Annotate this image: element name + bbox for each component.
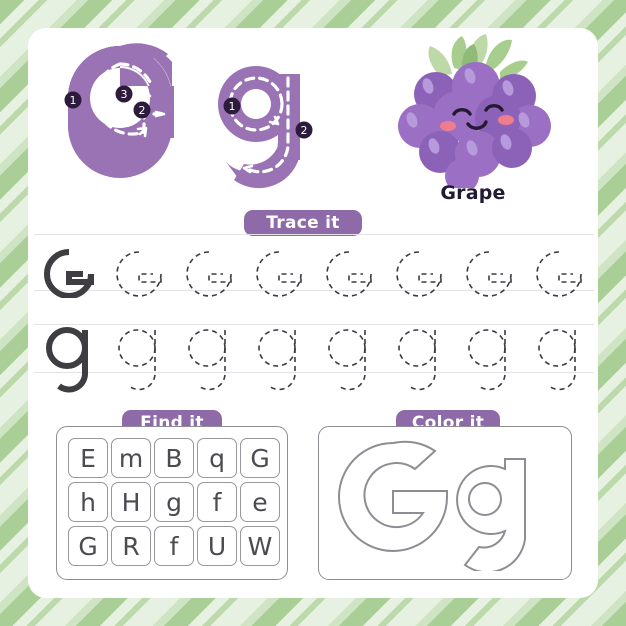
grid-cell[interactable]: g: [154, 482, 194, 522]
svg-text:2: 2: [139, 104, 146, 117]
trace-dashed-lowercase[interactable]: [384, 316, 454, 400]
trace-row-lowercase[interactable]: [34, 316, 594, 400]
trace-dashed-lowercase[interactable]: [174, 316, 244, 400]
step-badge-1-lower: 1: [223, 97, 241, 115]
grid-cell[interactable]: G: [68, 526, 108, 566]
trace-dashed-uppercase[interactable]: [174, 228, 244, 298]
trace-dashed-uppercase[interactable]: [454, 228, 524, 298]
trace-dashed-uppercase[interactable]: [384, 228, 454, 298]
grid-cell[interactable]: e: [240, 482, 280, 522]
grid-cell[interactable]: R: [111, 526, 151, 566]
grid-cell[interactable]: f: [197, 482, 237, 522]
svg-text:3: 3: [121, 88, 128, 101]
grid-cell[interactable]: B: [154, 438, 194, 478]
trace-model-lowercase: [34, 316, 104, 400]
grid-cell[interactable]: E: [68, 438, 108, 478]
trace-dashed-lowercase[interactable]: [244, 316, 314, 400]
trace-dashed-lowercase[interactable]: [524, 316, 594, 400]
worksheet-card: 1 2 3 1 2 Grape Trace it Find it E m B q…: [28, 28, 598, 598]
svg-text:1: 1: [70, 94, 77, 107]
trace-dashed-uppercase[interactable]: [314, 228, 384, 298]
trace-dashed-uppercase[interactable]: [244, 228, 314, 298]
letter-trace-guide-illustration: 1 2 3 1 2: [64, 43, 313, 189]
svg-text:2: 2: [301, 124, 308, 137]
letter-intro-section: 1 2 3 1 2 Grape: [28, 28, 598, 218]
fruit-illustration-block: Grape: [358, 28, 588, 218]
trace-dashed-uppercase[interactable]: [524, 228, 594, 298]
trace-dashed-lowercase[interactable]: [104, 316, 174, 400]
grid-cell[interactable]: h: [68, 482, 108, 522]
grid-cell[interactable]: q: [197, 438, 237, 478]
letter-search-grid: E m B q G h H g f e G R f U W: [68, 438, 281, 568]
outline-letters-Gg[interactable]: [331, 435, 559, 571]
fruit-name-label: Grape: [440, 182, 506, 204]
step-badge-2-lower: 2: [295, 121, 313, 139]
worksheet-page: 1 2 3 1 2 Grape Trace it Find it E m B q…: [0, 0, 626, 626]
grid-cell[interactable]: f: [154, 526, 194, 566]
find-it-panel: E m B q G h H g f e G R f U W: [56, 426, 288, 580]
svg-text:1: 1: [229, 100, 236, 113]
step-badge-1-upper: 1: [64, 91, 82, 109]
trace-dashed-lowercase[interactable]: [314, 316, 384, 400]
trace-dashed-uppercase[interactable]: [104, 228, 174, 298]
trace-row-uppercase[interactable]: [34, 228, 594, 298]
grid-cell[interactable]: G: [240, 438, 280, 478]
step-badge-2-upper: 2: [133, 101, 151, 119]
trace-dashed-lowercase[interactable]: [454, 316, 524, 400]
trace-model-uppercase: [34, 228, 104, 298]
grid-cell[interactable]: W: [240, 526, 280, 566]
color-it-panel[interactable]: [318, 426, 572, 580]
grid-cell[interactable]: H: [111, 482, 151, 522]
grid-cell[interactable]: m: [111, 438, 151, 478]
grid-cell[interactable]: U: [197, 526, 237, 566]
step-badge-3-upper: 3: [115, 85, 133, 103]
grape-berries-icon: [398, 62, 551, 193]
grape-cluster-icon: [398, 34, 551, 193]
